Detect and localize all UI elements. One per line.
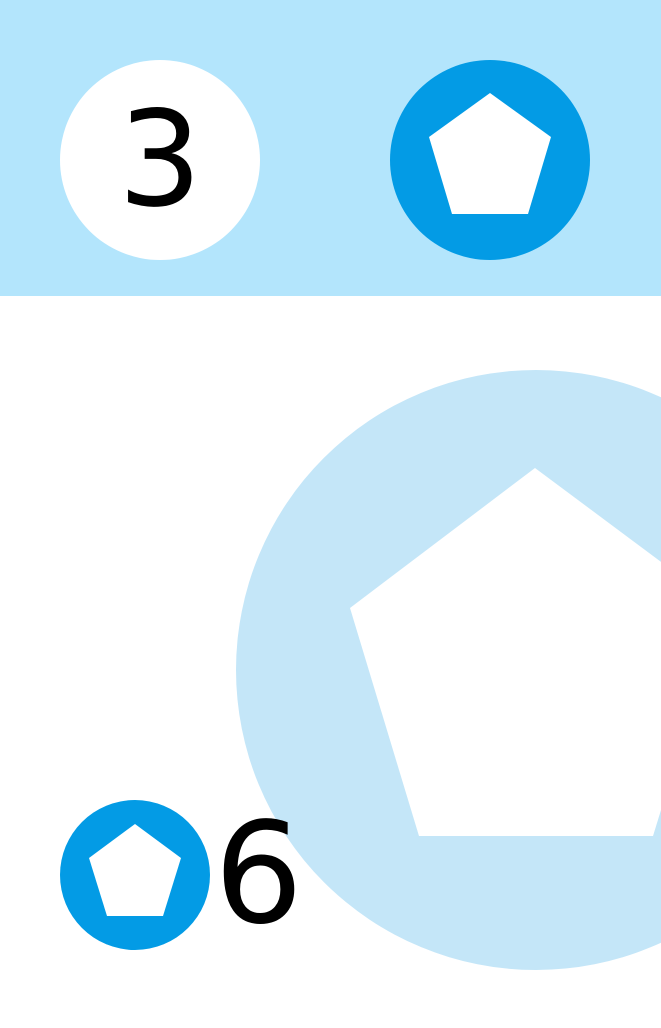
number-badge-value: 3 bbox=[118, 83, 202, 237]
header-bar: 3 bbox=[0, 0, 661, 296]
pentagon-icon bbox=[89, 824, 181, 916]
screen: 3 6 bbox=[0, 0, 661, 1028]
small-pentagon-button[interactable] bbox=[60, 800, 210, 950]
count-label: 6 bbox=[214, 793, 304, 956]
footer-row: 6 bbox=[60, 800, 303, 950]
pentagon-button[interactable] bbox=[390, 60, 590, 260]
number-badge: 3 bbox=[60, 60, 260, 260]
pentagon-icon bbox=[429, 93, 551, 214]
